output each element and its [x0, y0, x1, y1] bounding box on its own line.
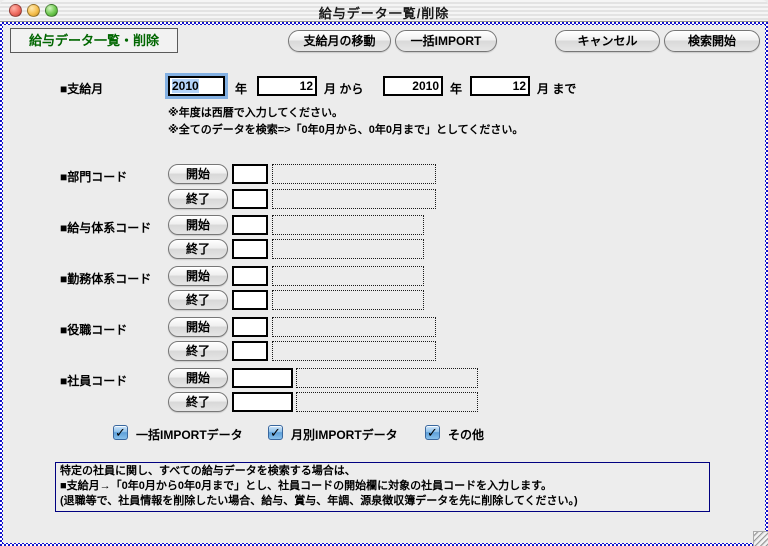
salary-system-end-code-input[interactable]	[232, 239, 268, 259]
batch-import-button[interactable]: 一括IMPORT	[395, 30, 497, 52]
from-year-input[interactable]: 2010	[168, 76, 225, 96]
position-start-code-input[interactable]	[232, 317, 268, 337]
window-resize-grip[interactable]	[753, 531, 768, 546]
other-checkbox[interactable]: ✓	[425, 425, 440, 440]
work-system-start-name-display	[272, 266, 424, 286]
footnote-line-2: ■支給月→「0年0月から0年0月まで」とし、社員コードの開始欄に対象の社員コード…	[60, 479, 705, 494]
salary-system-start-button[interactable]: 開始	[168, 215, 228, 235]
app-window: 給与データ一覧/削除 給与データ一覧・削除 支給月の移動 一括IMPORT キャ…	[0, 0, 768, 546]
page-title: 給与データ一覧・削除	[10, 28, 178, 53]
to-month-input[interactable]: 12	[470, 76, 530, 96]
salary-system-end-name-display	[272, 239, 424, 259]
to-year-unit: 年	[450, 80, 462, 97]
employee-code-label: ■社員コード	[60, 372, 127, 389]
employee-end-name-display	[296, 392, 478, 412]
dept-end-code-input[interactable]	[232, 189, 268, 209]
window-body: 給与データ一覧・削除 支給月の移動 一括IMPORT キャンセル 検索開始 ■支…	[0, 22, 768, 546]
employee-start-name-display	[296, 368, 478, 388]
batch-import-checkbox[interactable]: ✓	[113, 425, 128, 440]
work-system-start-button[interactable]: 開始	[168, 266, 228, 286]
note-western-year: ※年度は西暦で入力してください。	[168, 104, 343, 120]
from-year-value: 2010	[172, 79, 199, 93]
monthly-import-checkbox[interactable]: ✓	[268, 425, 283, 440]
monthly-import-checkbox-label: 月別IMPORTデータ	[291, 426, 398, 443]
note-search-all: ※全てのデータを検索=>「0年0月から、0年0月まで」としてください。	[168, 121, 523, 137]
employee-start-button[interactable]: 開始	[168, 368, 228, 388]
work-system-end-code-input[interactable]	[232, 290, 268, 310]
dept-end-name-display	[272, 189, 436, 209]
employee-start-code-input[interactable]	[232, 368, 293, 388]
work-system-code-label: ■勤務体系コード	[60, 270, 151, 287]
to-month-unit: 月 まで	[537, 80, 576, 97]
pay-month-label: ■支給月	[60, 80, 103, 97]
window-title: 給与データ一覧/削除	[0, 3, 768, 22]
work-system-start-code-input[interactable]	[232, 266, 268, 286]
salary-system-start-name-display	[272, 215, 424, 235]
from-year-unit: 年	[235, 80, 247, 97]
position-start-name-display	[272, 317, 436, 337]
from-month-input[interactable]: 12	[257, 76, 317, 96]
dept-start-name-display	[272, 164, 436, 184]
position-end-name-display	[272, 341, 436, 361]
footnote-line-1: 特定の社員に関し、すべての給与データを検索する場合は、	[60, 464, 705, 479]
position-code-label: ■役職コード	[60, 321, 127, 338]
batch-import-checkbox-label: 一括IMPORTデータ	[136, 426, 243, 443]
dept-start-code-input[interactable]	[232, 164, 268, 184]
employee-end-button[interactable]: 終了	[168, 392, 228, 412]
work-system-end-button[interactable]: 終了	[168, 290, 228, 310]
search-start-button[interactable]: 検索開始	[664, 30, 760, 52]
work-system-end-name-display	[272, 290, 424, 310]
position-end-code-input[interactable]	[232, 341, 268, 361]
footnote-line-3: (退職等で、社員情報を削除したい場合、給与、賞与、年調、源泉徴収簿データを先に削…	[60, 494, 705, 509]
to-year-input[interactable]: 2010	[383, 76, 443, 96]
dept-end-button[interactable]: 終了	[168, 189, 228, 209]
move-pay-month-button[interactable]: 支給月の移動	[288, 30, 391, 52]
position-end-button[interactable]: 終了	[168, 341, 228, 361]
salary-system-end-button[interactable]: 終了	[168, 239, 228, 259]
from-month-unit: 月 から	[324, 80, 363, 97]
dept-code-label: ■部門コード	[60, 168, 127, 185]
other-checkbox-label: その他	[448, 426, 484, 443]
salary-system-code-label: ■給与体系コード	[60, 219, 151, 236]
position-start-button[interactable]: 開始	[168, 317, 228, 337]
employee-end-code-input[interactable]	[232, 392, 293, 412]
dept-start-button[interactable]: 開始	[168, 164, 228, 184]
footnote-box: 特定の社員に関し、すべての給与データを検索する場合は、 ■支給月→「0年0月から…	[55, 462, 710, 512]
salary-system-start-code-input[interactable]	[232, 215, 268, 235]
title-bar[interactable]: 給与データ一覧/削除	[0, 0, 768, 22]
cancel-button[interactable]: キャンセル	[555, 30, 660, 52]
